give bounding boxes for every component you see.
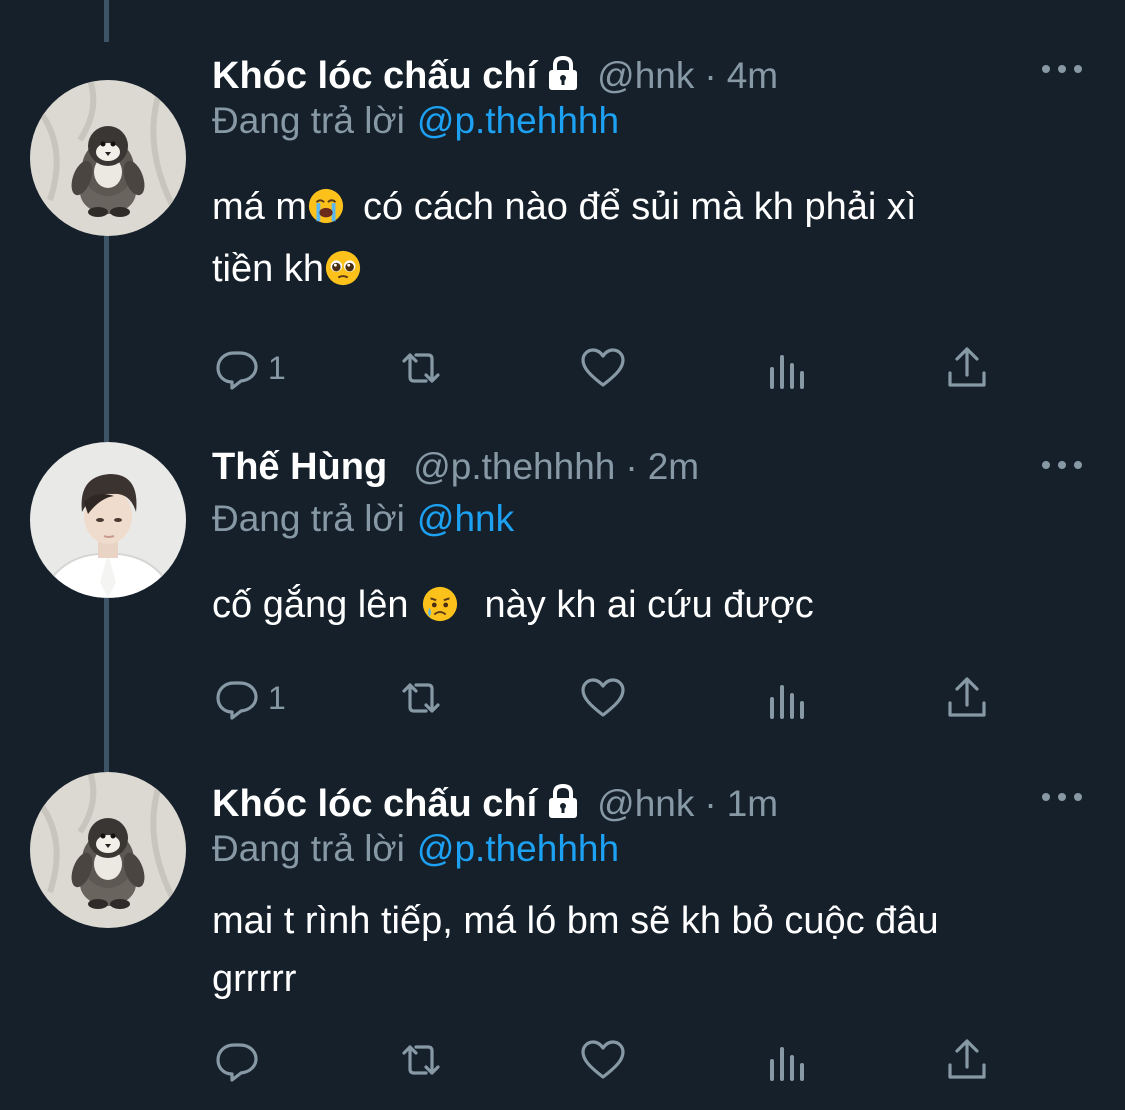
tweet-text: cố gắng lên này kh ai cứu được	[212, 574, 1092, 636]
share-button[interactable]	[942, 340, 992, 396]
mention-link[interactable]: @p.thehhhh	[417, 100, 619, 141]
reply-icon	[216, 1043, 258, 1082]
penguin-avatar-image	[30, 772, 186, 928]
mention-link[interactable]: @p.thehhhh	[417, 828, 619, 869]
separator: ·	[704, 55, 717, 96]
tweet-header: Khóc lóc chấu chí @hnk · 1m	[212, 778, 778, 828]
tweet-text-line: grrrrr	[212, 958, 297, 1000]
share-button[interactable]	[942, 670, 992, 726]
display-name[interactable]: Khóc lóc chấu chí	[212, 55, 537, 98]
share-button[interactable]	[942, 1032, 992, 1088]
share-icon	[948, 1039, 986, 1079]
replying-label: Đang trả lời	[212, 100, 405, 141]
replying-label: Đang trả lời	[212, 498, 405, 539]
sad-relieved-face-emoji	[422, 586, 457, 622]
retweet-icon	[402, 353, 440, 383]
retweet-icon	[402, 683, 440, 713]
tweet[interactable]: Khóc lóc chấu chí @hnk · 1m Đang trả lời…	[0, 778, 1125, 1108]
tweet-header: Khóc lóc chấu chí @hnk · 4m	[212, 50, 778, 100]
reply-button[interactable]	[212, 1032, 268, 1088]
retweet-icon	[402, 1045, 440, 1075]
reply-icon	[216, 351, 258, 390]
timestamp[interactable]: 1m	[727, 783, 778, 825]
replying-to: Đang trả lời @hnk	[212, 498, 514, 540]
like-button[interactable]	[578, 670, 628, 726]
reply-count: 1	[268, 679, 286, 716]
tweet-actions	[212, 1032, 1012, 1088]
tweet-text-line: cố gắng lên	[212, 584, 409, 626]
tweet-text-line: tiền kh	[212, 248, 324, 290]
username[interactable]: @p.thehhhh	[413, 446, 615, 488]
lock-icon	[547, 784, 580, 820]
tweet-text: mai t rình tiếp, má ló bm sẽ kh bỏ cuộc …	[212, 890, 1092, 1010]
display-name[interactable]: Thế Hùng	[212, 446, 387, 489]
avatar[interactable]	[30, 80, 186, 236]
heart-icon	[581, 678, 625, 717]
heart-icon	[581, 1040, 625, 1079]
reply-button[interactable]: 1	[212, 340, 286, 396]
more-options-icon[interactable]	[1040, 458, 1084, 472]
share-icon	[948, 677, 986, 717]
tweet-actions: 1	[212, 340, 1012, 396]
view-stats-button[interactable]	[762, 340, 812, 396]
tweet-text-line: có cách nào để sủi mà kh phải xì	[363, 186, 917, 228]
reply-count: 1	[268, 349, 286, 386]
tweet[interactable]: Khóc lóc chấu chí @hnk · 4m Đang trả lời…	[0, 50, 1125, 390]
tweet-text-line: này kh ai cứu được	[484, 584, 814, 626]
mention-link[interactable]: @hnk	[417, 498, 514, 539]
timestamp[interactable]: 2m	[648, 446, 699, 488]
person-avatar-image	[30, 442, 186, 598]
replying-to: Đang trả lời @p.thehhhh	[212, 100, 619, 142]
more-options-icon[interactable]	[1040, 790, 1084, 804]
tweet-text: má m có cách nào để sủi mà kh phải xì tiề…	[212, 176, 1092, 300]
replying-label: Đang trả lời	[212, 828, 405, 869]
share-icon	[948, 347, 986, 387]
avatar[interactable]	[30, 442, 186, 598]
bar-chart-icon	[770, 355, 804, 389]
view-stats-button[interactable]	[762, 1032, 812, 1088]
reply-icon	[216, 681, 258, 720]
tweet[interactable]: Thế Hùng @p.thehhhh · 2m Đang trả lời @hn…	[0, 442, 1125, 746]
bar-chart-icon	[770, 1047, 804, 1081]
view-stats-button[interactable]	[762, 670, 812, 726]
more-options-icon[interactable]	[1040, 62, 1084, 76]
bar-chart-icon	[770, 685, 804, 719]
retweet-button[interactable]	[396, 1032, 446, 1088]
like-button[interactable]	[578, 1032, 628, 1088]
separator: ·	[625, 446, 638, 487]
loudly-crying-emoji	[308, 188, 344, 224]
thread-line-top	[104, 0, 109, 42]
timestamp[interactable]: 4m	[727, 55, 778, 97]
username[interactable]: @hnk	[597, 783, 694, 825]
display-name[interactable]: Khóc lóc chấu chí	[212, 783, 537, 826]
penguin-avatar-image	[30, 80, 186, 236]
tweet-actions: 1	[212, 670, 1012, 726]
avatar[interactable]	[30, 772, 186, 928]
pleading-face-emoji	[325, 250, 361, 286]
reply-button[interactable]: 1	[212, 670, 286, 726]
replying-to: Đang trả lời @p.thehhhh	[212, 828, 619, 870]
lock-icon	[547, 56, 580, 92]
separator: ·	[704, 783, 717, 824]
heart-icon	[581, 348, 625, 387]
tweet-text-line: má m	[212, 186, 307, 228]
tweet-header: Thế Hùng @p.thehhhh · 2m	[212, 446, 699, 496]
username[interactable]: @hnk	[597, 55, 694, 97]
retweet-button[interactable]	[396, 340, 446, 396]
retweet-button[interactable]	[396, 670, 446, 726]
like-button[interactable]	[578, 340, 628, 396]
tweet-text-line: mai t rình tiếp, má ló bm sẽ kh bỏ cuộc …	[212, 900, 939, 942]
